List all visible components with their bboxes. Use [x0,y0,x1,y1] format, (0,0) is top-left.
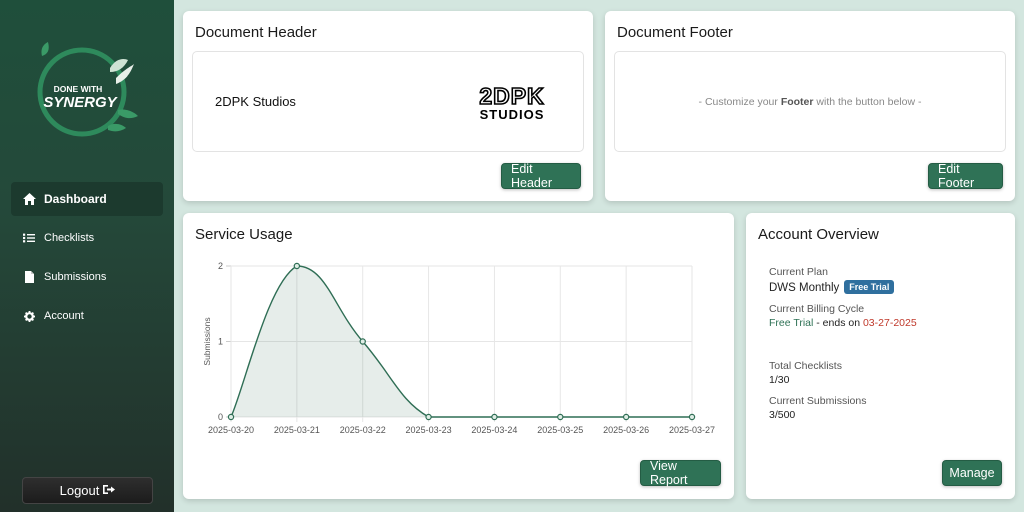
x-tick-label: 2025-03-23 [406,425,452,435]
logo-bottom-text: STUDIOS [480,107,545,122]
gear-icon [22,309,36,323]
account-overview-card: Account Overview Current Plan DWS Monthl… [746,213,1015,499]
file-icon [22,270,36,284]
data-point [359,338,366,345]
card-title: Account Overview [758,226,879,243]
sidebar: DONE WITH SYNERGY Dashboard Checklists S… [0,0,174,512]
data-point [491,413,498,421]
data-point [425,413,432,421]
x-tick-label: 2025-03-24 [471,425,517,435]
plan-label: Current Plan [769,266,828,278]
card-title: Document Header [195,24,317,41]
checklists-label: Total Checklists [769,360,842,372]
submissions-value: 3/500 [769,409,796,421]
logout-button[interactable]: Logout [22,477,153,504]
logout-icon [103,483,116,498]
y-axis-label: Submissions [202,317,212,365]
data-point [688,413,696,421]
plan-badge: Free Trial [844,280,895,294]
footer-hint-suffix: with the button below - [813,96,922,108]
company-logo: 2DPK STUDIOS [479,82,545,122]
document-header-card: Document Header 2DPK Studios 2DPK STUDIO… [183,11,593,201]
billing-cycle-row: Free Trial - ends on 03-27-2025 [769,317,917,329]
y-tick-label: 2 [218,261,223,271]
data-point [622,413,630,421]
sidebar-item-label: Checklists [44,232,95,244]
list-check-icon [22,231,36,245]
billing-cycle-end: 03-27-2025 [862,317,917,329]
x-tick-label: 2025-03-21 [274,425,320,435]
sidebar-item-label: Account [44,310,84,322]
plan-value-row: DWS Monthly Free Trial [769,280,895,294]
billing-cycle-type: Free Trial [769,317,814,329]
header-preview: 2DPK Studios 2DPK STUDIOS [192,51,584,152]
x-tick-label: 2025-03-27 [669,425,715,435]
y-tick-label: 0 [218,412,223,422]
submissions-label: Current Submissions [769,395,867,407]
service-usage-card: Service Usage 0 1 2 2025-03-20 2025-03-21 202… [183,213,734,499]
view-report-button[interactable]: View Report [640,459,721,487]
logo-top-text: 2DPK [479,83,544,109]
billing-cycle-label: Current Billing Cycle [769,303,865,315]
x-tick-label: 2025-03-25 [537,425,583,435]
x-tick-label: 2025-03-26 [603,425,649,435]
footer-hint: - Customize your Footer with the button … [615,96,1005,108]
checklists-value: 1/30 [769,374,790,386]
card-title: Document Footer [617,24,733,41]
edit-footer-button[interactable]: Edit Footer [928,162,1003,190]
billing-cycle-middle: - ends on [813,317,863,329]
y-tick-label: 1 [218,337,223,347]
footer-hint-prefix: - Customize your [698,96,781,108]
data-point [557,413,564,421]
home-icon [22,192,36,206]
x-tick-label: 2025-03-22 [340,425,386,435]
logo-line2: SYNERGY [43,94,118,111]
logout-label: Logout [59,483,100,498]
manage-button[interactable]: Manage [942,460,1002,486]
sidebar-item-checklists[interactable]: Checklists [11,221,163,255]
plan-value: DWS Monthly [769,282,840,294]
document-footer-card: Document Footer - Customize your Footer … [605,11,1015,201]
sidebar-item-dashboard[interactable]: Dashboard [11,182,163,216]
card-title: Service Usage [195,226,293,243]
x-tick-label: 2025-03-20 [208,425,254,435]
logo-line1: DONE WITH [54,84,103,94]
edit-header-button[interactable]: Edit Header [501,162,581,190]
sidebar-item-submissions[interactable]: Submissions [11,260,163,294]
data-point [227,413,235,421]
sidebar-item-account[interactable]: Account [11,299,163,333]
company-name: 2DPK Studios [215,94,296,109]
sidebar-item-label: Dashboard [44,192,107,206]
data-point [293,262,301,270]
sidebar-item-label: Submissions [44,271,107,283]
logo: DONE WITH SYNERGY [37,42,138,137]
footer-preview: - Customize your Footer with the button … [614,51,1006,152]
usage-chart: 0 1 2 2025-03-20 2025-03-21 2025-03-22 2025-03… [202,261,715,435]
footer-hint-bold: Footer [780,96,814,108]
